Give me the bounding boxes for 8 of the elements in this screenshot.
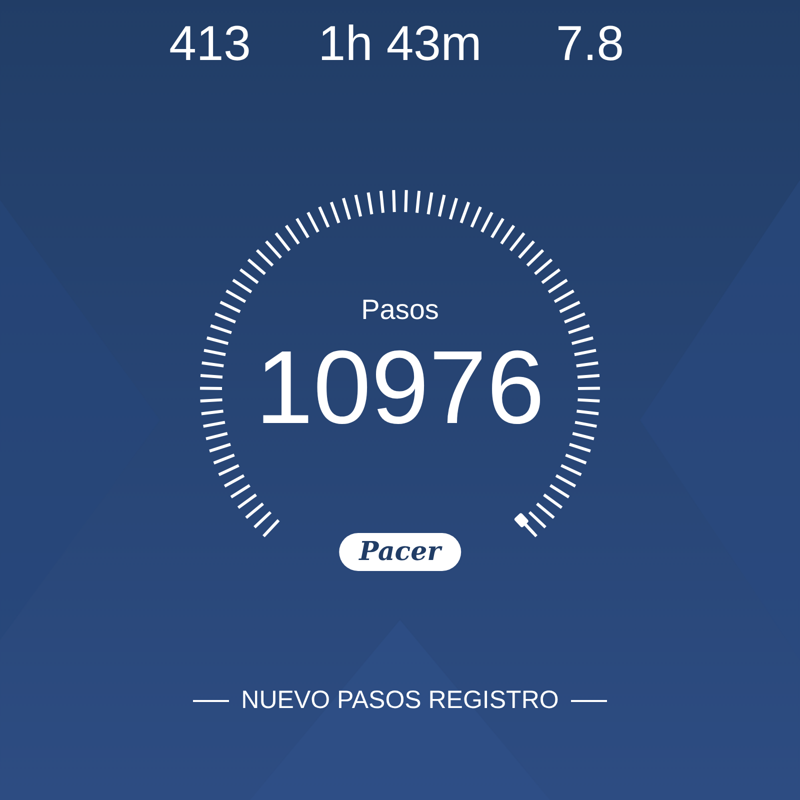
step-count: 10976	[255, 336, 545, 440]
gauge-label: Pasos	[361, 296, 439, 324]
gauge-knob	[514, 512, 535, 534]
stat-value: 413	[169, 20, 251, 73]
record-title: NUEVO PASOS REGISTRO	[241, 688, 559, 713]
stat-value: 7.8	[556, 20, 624, 73]
brand-logo: Pacer	[339, 533, 461, 571]
stat-value: 1h 43m	[318, 20, 482, 73]
